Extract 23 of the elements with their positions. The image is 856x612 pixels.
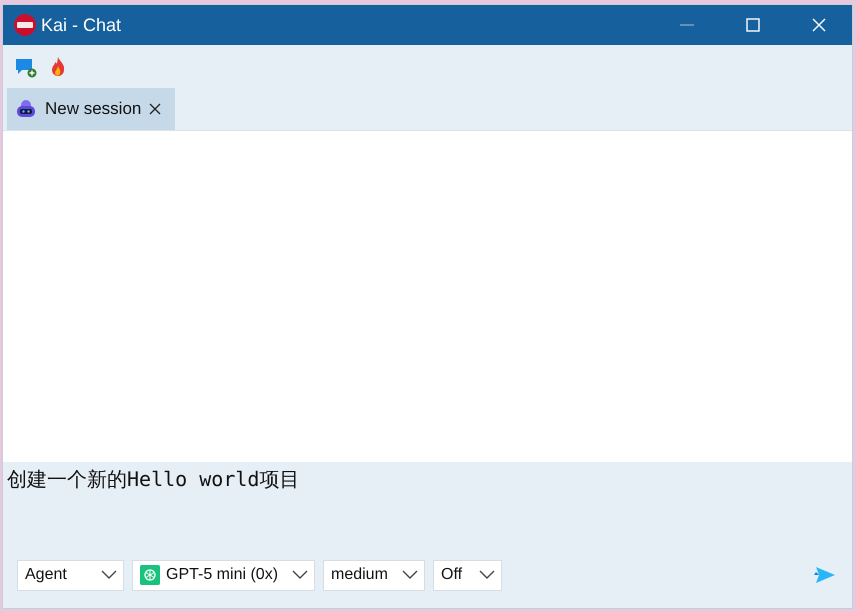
dropdown-value: medium [331,566,389,584]
send-icon[interactable] [814,566,836,584]
dropdown[interactable]: medium [323,560,425,590]
session-tab[interactable]: New session [7,88,176,130]
caret-icon [479,570,495,580]
robot-icon [15,98,37,120]
dropdown-value: GPT-5 mini (0x) [166,566,280,584]
tab-label: New session [45,99,142,119]
maximize-icon [746,18,760,32]
window-title: Kai - Chat [41,14,122,36]
caret-icon [402,570,418,580]
close-tab-icon[interactable] [149,103,162,115]
dropdown[interactable]: Off [433,560,502,590]
caret-icon [292,570,308,580]
dropdown[interactable]: GPT-5 mini (0x) [132,560,315,590]
model-icon [140,565,160,585]
dropdown[interactable]: Agent [17,560,124,590]
dropdown-value: Off [441,566,464,584]
caret-icon [101,570,117,580]
close-icon [812,18,826,32]
dropdown-value: Agent [25,566,68,584]
app-logo-icon [14,14,36,36]
minimize-icon [680,24,694,26]
